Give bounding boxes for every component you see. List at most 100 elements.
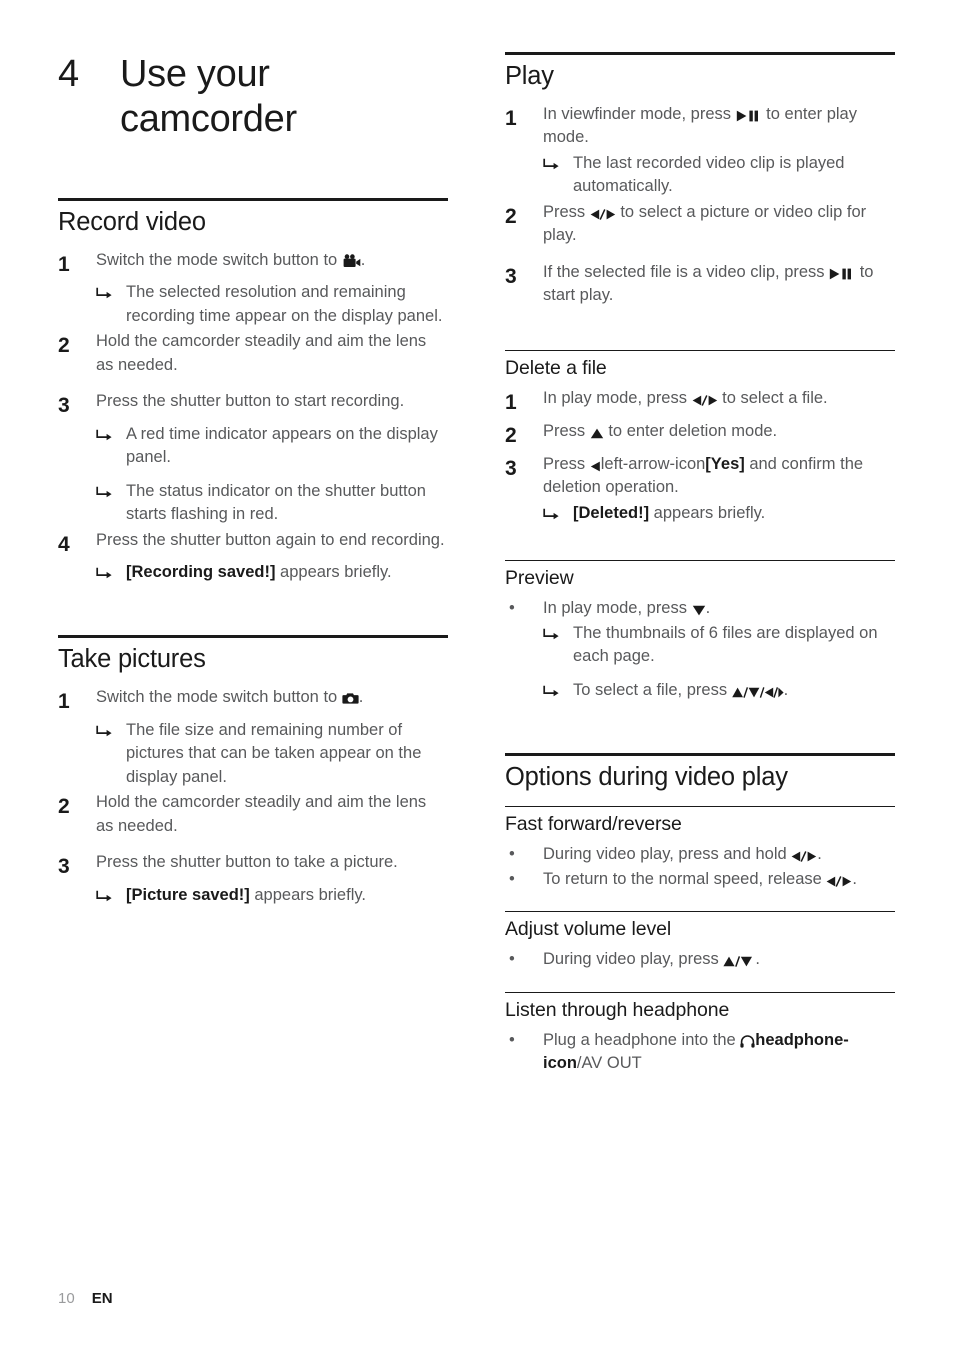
step-number: 1 [58,252,70,276]
play-pause-icon [736,108,762,123]
step: 1 Switch the mode switch button to . [58,686,448,717]
sub-item: The last recorded video clip is played a… [505,152,895,199]
sub-text-rest: appears briefly. [275,563,392,582]
list-item: • In play mode, press . [505,597,895,620]
subsection-rule-minor [505,805,895,807]
list-text-segment: In play mode, press [543,598,692,617]
step-text-segment: In viewfinder mode, press [543,105,736,123]
message-label: [Picture saved!] [126,885,250,904]
step: 1 In viewfinder mode, press to enter pla… [505,103,895,150]
list-item-text: During video play, press and hold . [543,843,895,866]
section-record-video: Record video 1 Switch the mode switch bu… [58,197,448,588]
step-text: In viewfinder mode, press to enter play … [543,103,895,150]
section-rule-minor [505,559,895,561]
step-number: 1 [505,107,517,130]
left-right-arrows-icon [826,873,852,888]
bullet-icon: • [509,869,515,888]
step-number: 2 [505,424,517,448]
step-number: 3 [505,457,517,480]
sub-text: To select a file, press . [573,679,895,702]
sub-text: The selected resolution and remaining re… [126,283,443,325]
step-text: Switch the mode switch button to . [96,249,448,272]
video-camera-icon [342,253,361,269]
manual-page: 4 Use your camcorder Record video 1 Swit… [0,0,954,1350]
step-text: In play mode, press to select a file. [543,387,895,410]
down-arrow-icon [692,602,706,617]
heading-listen-through-headphone: Listen through headphone [505,998,730,1021]
sub-arrow-icon [543,679,573,705]
step-text: Press to select a picture or video clip … [543,201,895,248]
sub-item: [Recording saved!] appears briefly. [58,561,448,587]
sub-text: The file size and remaining number of pi… [126,721,422,786]
sub-text-segment: To select a file, press [573,680,732,699]
message-label: [Deleted!] [573,503,650,522]
section-options-during-video-play: Options during video play Fast forward/r… [505,752,895,1076]
left-arrow-icon [590,458,601,473]
left-right-arrows-icon [692,392,718,407]
sub-arrow-icon [96,719,126,745]
sub-text: [Picture saved!] appears briefly. [126,884,448,907]
sub-text: The last recorded video clip is played a… [573,153,845,196]
sub-arrow-icon [543,622,573,648]
left-column: 4 Use your camcorder Record video 1 Swit… [58,52,448,912]
sub-arrow-icon [96,480,126,506]
step-number: 3 [58,394,70,418]
step-number: 2 [505,204,517,228]
list-text-segment: During video play, press and hold [543,844,792,863]
photo-camera-icon [342,691,359,706]
up-down-arrows-icon [723,953,755,968]
list-text-segment: Plug a headphone into the [543,1030,741,1049]
list-text-segment: . [852,869,858,888]
sub-text-rest: appears briefly. [649,503,766,522]
sub-item: A red time indicator appears on the disp… [58,423,448,470]
sub-arrow-icon [96,561,126,587]
section-play: Play 1 In viewfinder mode, press to ente… [505,52,895,307]
step-number: 2 [58,795,70,819]
step-text: Switch the mode switch button to . [96,686,448,709]
sub-arrow-icon [96,423,126,449]
step-text-segment: Press [543,202,590,221]
section-delete-a-file: Delete a file 1 In play mode, press to s… [505,350,895,527]
step-text: Press to enter deletion mode. [543,420,895,443]
sub-arrow-icon [96,281,126,307]
right-column: Play 1 In viewfinder mode, press to ente… [505,52,895,1078]
step-text-before: Switch the mode switch button to [96,250,342,269]
page-number: 10 [58,1290,75,1307]
step-text-before: Switch the mode switch button to [96,688,342,707]
step-text-after: . [358,688,364,707]
section-take-pictures: Take pictures 1 Switch the mode switch b… [58,635,448,909]
list-text-segment: . [755,950,760,969]
sub-text: [Deleted!] appears briefly. [573,502,895,525]
section-rule-major [505,752,895,756]
step: 1 Switch the mode switch button to . [58,249,448,280]
page-footer: 10 EN [58,1290,113,1307]
step-text: If the selected file is a video clip, pr… [543,261,895,308]
heading-fast-forward-reverse: Fast forward/reverse [505,812,682,835]
sub-arrow-icon [543,152,573,178]
play-pause-icon [829,266,855,281]
sub-item: [Deleted!] appears briefly. [505,502,895,528]
step: 2 Press to enter deletion mode. [505,420,895,451]
chapter-title-block: 4 Use your camcorder [58,52,448,142]
list-text-segment: . [705,598,711,617]
step: 3 Press the shutter button to take a pic… [58,851,448,882]
step-text: Hold the camcorder steadily and aim the … [96,793,427,835]
step-text: Press the shutter button to take a pictu… [96,853,398,872]
left-right-arrows-icon [590,206,616,221]
heading-play: Play [505,62,554,90]
step-number: 1 [58,690,70,714]
subsection-rule-minor [505,911,895,913]
step-text: Press the shutter button to start record… [96,392,405,411]
bullet-icon: • [509,844,515,863]
list-text-segment: During video play, press [543,950,724,969]
sub-text: [Recording saved!] appears briefly. [126,561,448,584]
bullet-icon: • [509,950,515,969]
chapter-heading: Use your camcorder [120,53,297,140]
sub-item: The selected resolution and remaining re… [58,281,448,328]
step-text-segment: Press [543,455,590,473]
step: 3 If the selected file is a video clip, … [505,261,895,308]
list-item: • During video play, press and hold . [505,843,895,866]
